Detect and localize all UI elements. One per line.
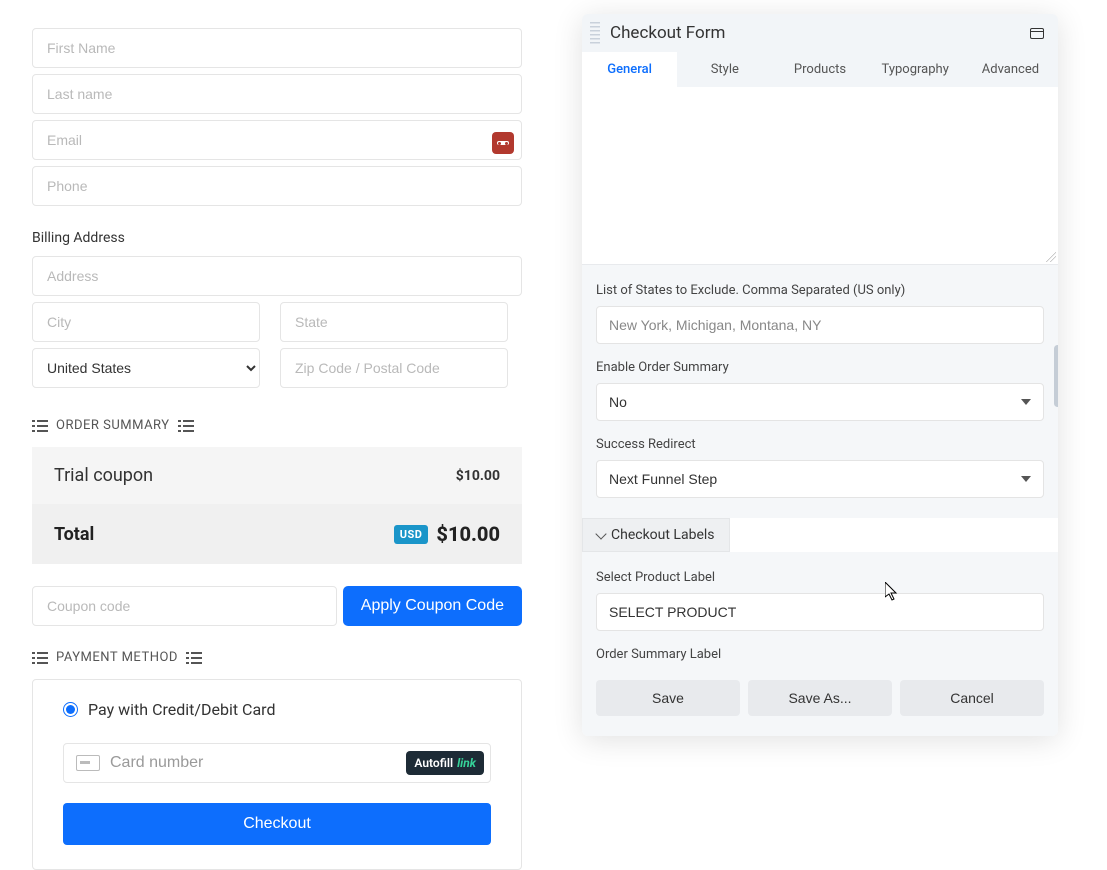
accordion-header[interactable]: Checkout Labels [582,518,730,552]
order-summary-header: ORDER SUMMARY [32,418,522,433]
summary-item-row: Trial coupon $10.00 [32,447,522,504]
tab-general[interactable]: General [582,52,677,87]
select-product-label: Select Product Label [596,570,1044,585]
chevron-down-icon [595,528,606,539]
password-manager-icon[interactable] [492,132,514,154]
enable-summary-select[interactable]: No [596,383,1044,421]
country-select[interactable]: United States [32,348,260,388]
list-icon [186,652,202,664]
billing-label: Billing Address [32,230,522,246]
list-icon [32,652,48,664]
summary-total-value: $10.00 [436,522,500,546]
summary-item-name: Trial coupon [54,465,153,486]
currency-badge: USD [394,525,429,544]
tab-typography[interactable]: Typography [868,52,963,87]
state-input[interactable] [280,302,508,342]
card-number-input[interactable] [110,754,450,772]
tab-style[interactable]: Style [677,52,772,87]
coupon-input[interactable] [32,586,337,626]
card-input-wrap[interactable]: Autofill link [63,743,491,783]
panel-tabs: General Style Products Typography Advanc… [582,52,1058,87]
last-name-input[interactable] [32,74,522,114]
window-icon[interactable] [1030,28,1044,39]
zip-input[interactable] [280,348,508,388]
checkout-labels-accordion: Checkout Labels Select Product Label Ord… [582,518,1058,670]
tab-advanced[interactable]: Advanced [963,52,1058,87]
list-icon [32,420,48,432]
panel-title: Checkout Form [610,23,1020,43]
summary-total-row: Total USD $10.00 [32,504,522,564]
payment-method-header: PAYMENT METHOD [32,650,522,665]
address-input[interactable] [32,256,522,296]
save-as-button[interactable]: Save As... [748,680,892,716]
panel-actions: Save Save As... Cancel [582,670,1058,736]
phone-input[interactable] [32,166,522,206]
summary-item-price: $10.00 [456,468,500,484]
pay-card-label: Pay with Credit/Debit Card [88,700,275,719]
apply-coupon-button[interactable]: Apply Coupon Code [343,586,522,626]
save-button[interactable]: Save [596,680,740,716]
success-redirect-label: Success Redirect [596,437,1044,452]
card-icon [76,755,100,771]
exclude-states-input[interactable] [596,306,1044,344]
summary-total-label: Total [54,524,94,545]
payment-box: Pay with Credit/Debit Card Autofill link… [32,679,522,870]
list-icon [178,420,194,432]
drag-handle-icon[interactable] [590,22,600,44]
pay-card-radio[interactable] [63,702,78,717]
autofill-badge[interactable]: Autofill link [406,751,484,775]
exclude-states-label: List of States to Exclude. Comma Separat… [596,283,1044,298]
first-name-input[interactable] [32,28,522,68]
success-redirect-select[interactable]: Next Funnel Step [596,460,1044,498]
cancel-button[interactable]: Cancel [900,680,1044,716]
tab-products[interactable]: Products [772,52,867,87]
panel-header[interactable]: Checkout Form [582,14,1058,52]
resize-grip-icon[interactable] [1046,252,1056,262]
enable-summary-label: Enable Order Summary [596,360,1044,375]
email-input[interactable] [32,120,522,160]
scrollbar-thumb[interactable] [1054,345,1058,407]
general-options: List of States to Exclude. Comma Separat… [582,265,1058,518]
editor-area[interactable] [582,87,1058,265]
checkout-form: Billing Address United States ORDER SUMM… [32,28,522,870]
order-summary-label-label: Order Summary Label [596,647,1044,662]
checkout-button[interactable]: Checkout [63,803,491,845]
select-product-input[interactable] [596,593,1044,631]
city-input[interactable] [32,302,260,342]
settings-panel: Checkout Form General Style Products Typ… [582,14,1058,736]
